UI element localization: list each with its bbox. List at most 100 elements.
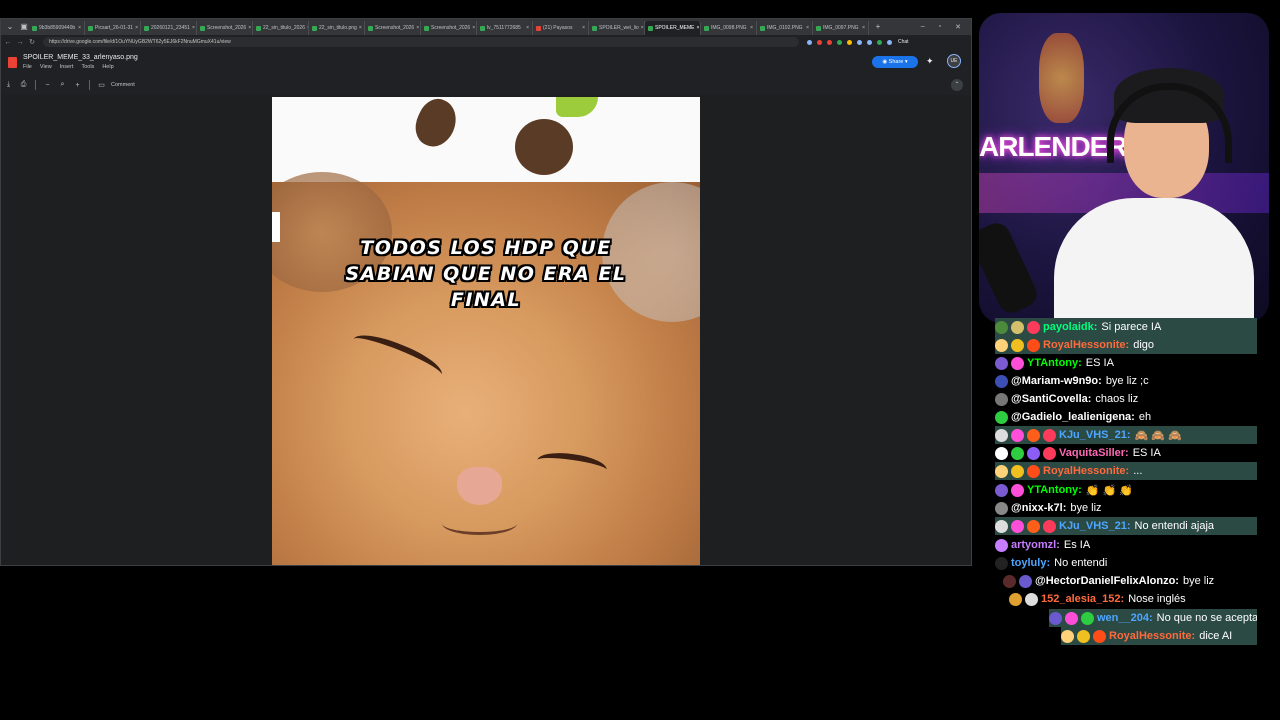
extension-icon[interactable] bbox=[837, 39, 842, 45]
maximize-icon[interactable]: ▫ bbox=[939, 23, 941, 31]
tab-close-icon[interactable]: × bbox=[78, 21, 81, 35]
chat-badge-icon bbox=[1011, 446, 1024, 460]
browser-tab[interactable]: IMG_0102.PNG × bbox=[757, 21, 813, 35]
tab-close-icon[interactable]: × bbox=[526, 21, 529, 35]
tab-close-icon[interactable]: × bbox=[862, 21, 865, 35]
profile-icon[interactable] bbox=[887, 39, 892, 45]
user-avatar-icon bbox=[995, 501, 1008, 515]
menu-insert[interactable]: Insert bbox=[60, 64, 74, 70]
reload-icon[interactable]: ↻ bbox=[27, 38, 37, 46]
comment-button[interactable]: Comment bbox=[111, 82, 135, 88]
chat-username[interactable]: @Mariam-w9n9o: bbox=[1011, 375, 1102, 387]
chat-username[interactable]: 152_alesia_152: bbox=[1041, 593, 1124, 605]
tab-groups-icon[interactable]: ▣ bbox=[19, 22, 29, 32]
menu-tools[interactable]: Tools bbox=[81, 64, 94, 70]
account-avatar[interactable]: UE bbox=[947, 54, 961, 68]
meme-caption-line-1: TODOS LOS HDP QUE bbox=[360, 237, 612, 259]
chat-username[interactable]: KJu_VHS_21: bbox=[1059, 429, 1131, 441]
chat-badge-icon bbox=[1011, 483, 1024, 497]
chat-username[interactable]: YTAntony: bbox=[1027, 357, 1082, 369]
zoom-out-icon[interactable]: − bbox=[40, 82, 55, 89]
browser-tab[interactable]: 22_sin_titulo.png × bbox=[309, 21, 365, 35]
user-avatar-icon bbox=[995, 538, 1008, 552]
share-button[interactable]: ◉ Share ▾ bbox=[872, 56, 918, 68]
browser-tab[interactable]: IMG_0098.PNG × bbox=[701, 21, 757, 35]
gemini-sparkle-icon[interactable]: ✦ bbox=[926, 56, 934, 67]
download-icon[interactable]: ⤓ bbox=[1, 81, 16, 89]
tab-close-icon[interactable]: × bbox=[641, 21, 644, 35]
tab-close-icon[interactable]: × bbox=[472, 21, 475, 35]
chat-badge-icon bbox=[1011, 519, 1024, 533]
browser-tab[interactable]: 20260121_23451 × bbox=[141, 21, 197, 35]
browser-tab[interactable]: SPOILER_wei_lio × bbox=[589, 21, 645, 35]
tab-label: IMG_0097.PNG bbox=[823, 25, 859, 31]
browser-tab[interactable]: lv_7511772685 × bbox=[477, 21, 533, 35]
extension-icon[interactable] bbox=[827, 39, 832, 45]
chat-username[interactable]: toyluly: bbox=[1011, 557, 1050, 569]
microphone bbox=[979, 218, 1042, 318]
browser-tab[interactable]: 9b3b85909440b × bbox=[29, 21, 85, 35]
chat-message: RoyalHessonite: digo bbox=[995, 336, 1257, 354]
chat-username[interactable]: YTAntony: bbox=[1027, 484, 1082, 496]
extension-icon[interactable] bbox=[807, 39, 812, 45]
tab-label: IMG_0098.PNG bbox=[711, 25, 747, 31]
print-icon[interactable]: ⎙ bbox=[16, 81, 31, 89]
extension-icon[interactable] bbox=[877, 39, 882, 45]
tab-label: 9b3b85909440b bbox=[39, 25, 76, 31]
chat-username[interactable]: KJu_VHS_21: bbox=[1059, 520, 1131, 532]
close-window-icon[interactable]: ✕ bbox=[955, 23, 961, 31]
browser-tab[interactable]: Picsart_26-01-31 × bbox=[85, 21, 141, 35]
chat-username[interactable]: @SantiCovella: bbox=[1011, 393, 1091, 405]
tab-strip: ⌄ ▣ 9b3b85909440b × Picsart_26-01-31 × 20260… bbox=[1, 19, 971, 35]
chat-username[interactable]: VaquitaSiller: bbox=[1059, 447, 1129, 459]
extension-icon[interactable] bbox=[857, 39, 862, 45]
chat-username[interactable]: @Gadielo_lealienigena: bbox=[1011, 411, 1135, 423]
user-avatar-icon bbox=[995, 556, 1008, 570]
tab-close-icon[interactable]: × bbox=[582, 21, 585, 35]
chat-username[interactable]: RoyalHessonite: bbox=[1043, 339, 1129, 351]
chat-username[interactable]: payolaidk: bbox=[1043, 321, 1097, 333]
extension-icon[interactable] bbox=[817, 39, 822, 45]
menu-view[interactable]: View bbox=[40, 64, 52, 70]
chat-username[interactable]: RoyalHessonite: bbox=[1109, 630, 1195, 642]
back-icon[interactable]: ← bbox=[3, 39, 13, 46]
browser-tab[interactable]: Screenshot_2026 × bbox=[365, 21, 421, 35]
cat-nose bbox=[457, 467, 502, 505]
comment-icon[interactable]: ▭ bbox=[94, 81, 109, 89]
chat-username[interactable]: @HectorDanielFelixAlonzo: bbox=[1035, 575, 1179, 587]
browser-tab[interactable]: Screenshot_2026 × bbox=[421, 21, 477, 35]
tab-close-icon[interactable]: × bbox=[806, 21, 809, 35]
chat-username[interactable]: RoyalHessonite: bbox=[1043, 465, 1129, 477]
chat-username[interactable]: wen__204: bbox=[1097, 612, 1153, 624]
chat-badge-icon bbox=[1043, 519, 1056, 533]
browser-tab[interactable]: (21) Payasos × bbox=[533, 21, 589, 35]
minimize-icon[interactable]: – bbox=[921, 23, 925, 31]
tab-close-icon[interactable]: × bbox=[696, 21, 699, 35]
zoom-in-icon[interactable]: + bbox=[70, 82, 85, 89]
tab-close-icon[interactable]: × bbox=[192, 21, 195, 35]
meme-top-panel bbox=[272, 97, 700, 182]
browser-tab[interactable]: 22_sin_titulo_2026× bbox=[253, 21, 309, 35]
url-field[interactable]: https://drive.google.com/file/d/1OuYNUyG… bbox=[43, 37, 799, 47]
extension-icon[interactable] bbox=[867, 39, 872, 45]
chat-username[interactable]: @nixx-k7l: bbox=[1011, 502, 1066, 514]
chat-button[interactable]: Chat bbox=[898, 39, 909, 45]
browser-tab[interactable]: SPOILER_MEME × bbox=[645, 21, 701, 35]
menu-help[interactable]: Help bbox=[102, 64, 113, 70]
tab-close-icon[interactable]: × bbox=[248, 21, 251, 35]
new-tab-button[interactable]: + bbox=[873, 22, 883, 32]
browser-tab[interactable]: Screenshot_2026 × bbox=[197, 21, 253, 35]
tab-search-icon[interactable]: ⌄ bbox=[5, 22, 15, 32]
extension-icon[interactable] bbox=[847, 39, 852, 45]
menu-file[interactable]: File bbox=[23, 64, 32, 70]
tab-close-icon[interactable]: × bbox=[750, 21, 753, 35]
chat-username[interactable]: artyomzl: bbox=[1011, 539, 1060, 551]
collapse-toolbar-icon[interactable]: ⌃ bbox=[951, 79, 963, 91]
tab-close-icon[interactable]: × bbox=[416, 21, 419, 35]
tab-close-icon[interactable]: × bbox=[135, 21, 138, 35]
forward-icon[interactable]: → bbox=[15, 39, 25, 46]
browser-tab[interactable]: IMG_0097.PNG × bbox=[813, 21, 869, 35]
zoom-search-icon[interactable]: ⌕ bbox=[55, 81, 70, 89]
chat-badge-icon bbox=[1011, 428, 1024, 442]
tab-close-icon[interactable]: × bbox=[359, 21, 362, 35]
